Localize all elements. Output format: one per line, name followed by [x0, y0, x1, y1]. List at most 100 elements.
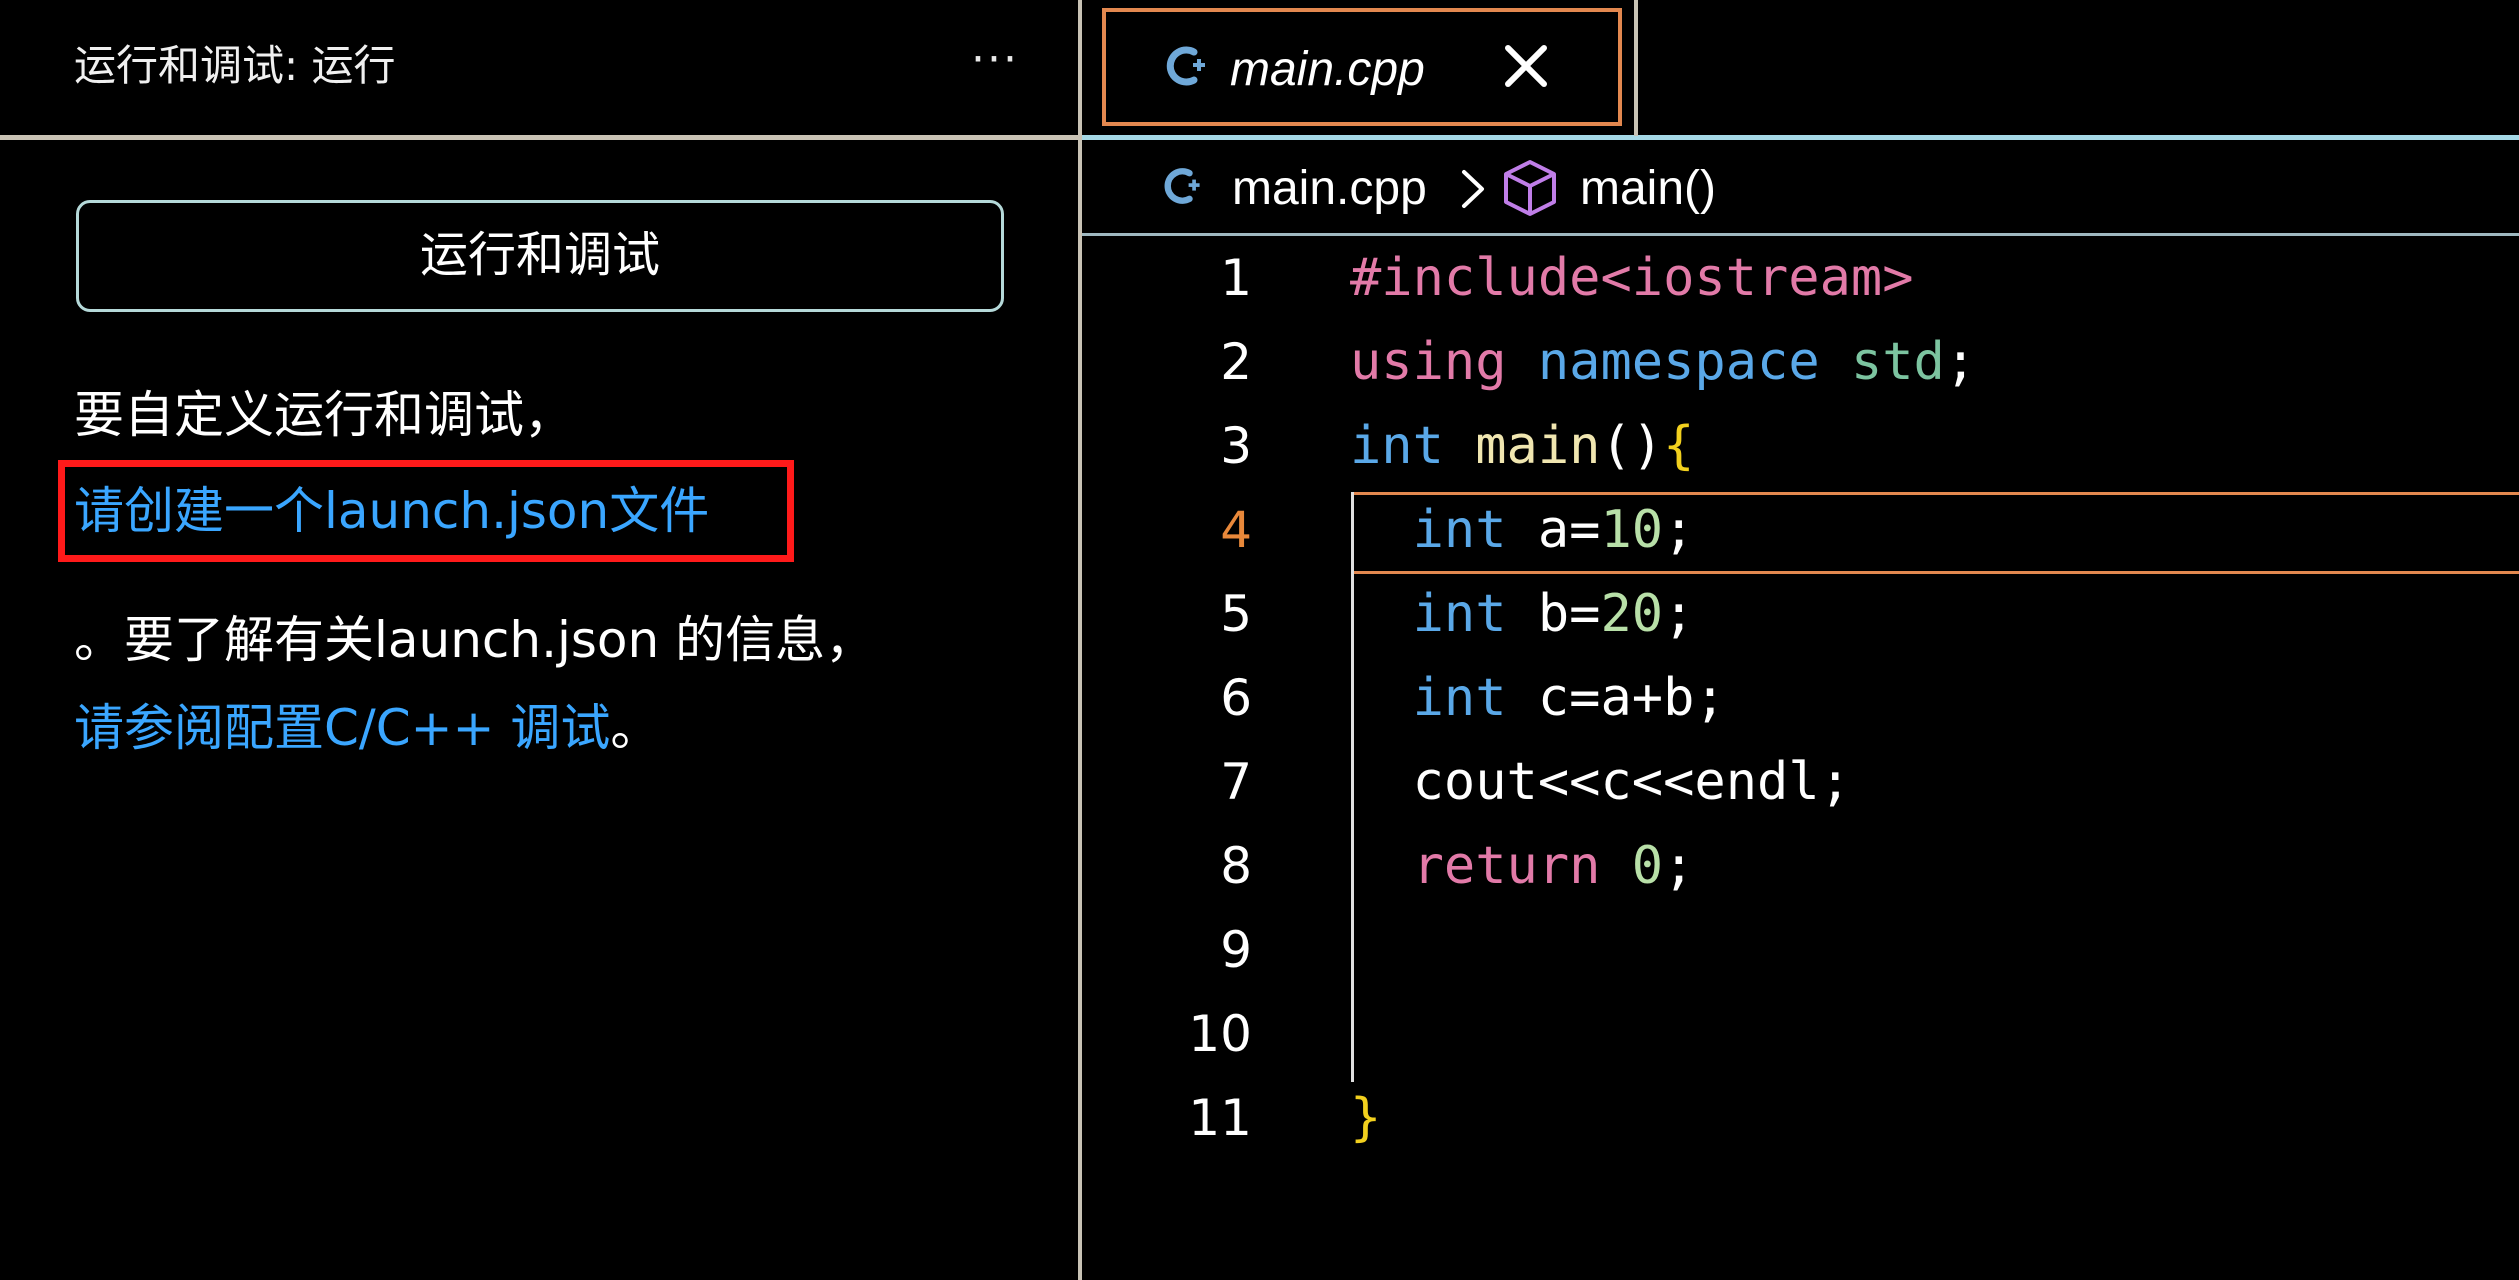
- code-token: c: [1600, 752, 1632, 812]
- code-token: ;: [1694, 668, 1726, 728]
- configure-cpp-debug-link[interactable]: 请参阅配置C/C++ 调试: [74, 699, 610, 757]
- line-text: int b=20;: [1350, 572, 1695, 656]
- code-line[interactable]: 5 int b=20;: [1082, 572, 2519, 656]
- line-number: 4: [1220, 501, 1252, 559]
- code-token: 20: [1600, 584, 1664, 644]
- code-token: =: [1569, 668, 1601, 728]
- code-token: {: [1663, 416, 1695, 476]
- cube-icon: [1504, 160, 1556, 216]
- code-token: a: [1537, 500, 1570, 560]
- tab-strip: main.cpp: [1082, 0, 2519, 140]
- help-text-customize: 要自定义运行和调试，: [74, 386, 574, 444]
- line-text: int a=10;: [1350, 488, 1695, 572]
- breadcrumb: main.cpp main(): [1082, 140, 2519, 236]
- line-text: return 0;: [1350, 824, 1695, 908]
- code-token: b: [1663, 668, 1695, 728]
- line-text: cout<<c<<endl;: [1350, 740, 1851, 824]
- highlight-annotation-box: [58, 460, 794, 562]
- line-number: 7: [1220, 753, 1252, 811]
- line-number: 6: [1220, 669, 1252, 727]
- code-token: 10: [1600, 500, 1664, 560]
- code-token: return: [1412, 836, 1601, 896]
- code-token: ;: [1663, 500, 1695, 560]
- tab-separator: [1634, 0, 1638, 136]
- code-token: using: [1350, 332, 1507, 392]
- cpp-file-icon: [1164, 168, 1200, 204]
- code-token: cout: [1412, 752, 1538, 812]
- line-number: 8: [1220, 837, 1252, 895]
- code-token: b: [1537, 584, 1570, 644]
- code-line[interactable]: 1 #include<iostream>: [1082, 236, 2519, 320]
- editor-area: main.cpp main.cpp main() 1 #include<iost…: [1082, 0, 2519, 1280]
- code-token: c: [1537, 668, 1570, 728]
- code-editor[interactable]: 1 #include<iostream> 2 using namespace s…: [1082, 236, 2519, 1280]
- code-line[interactable]: 8 return 0;: [1082, 824, 2519, 908]
- code-token: endl: [1694, 752, 1820, 812]
- run-and-debug-button[interactable]: 运行和调试: [76, 200, 1004, 312]
- cpp-file-icon: [1166, 46, 1205, 86]
- help-text-docs: 请参阅配置C/C++ 调试。: [74, 693, 660, 763]
- code-token: ;: [1663, 836, 1695, 896]
- code-token: a: [1600, 668, 1632, 728]
- code-line[interactable]: 4 int a=10;: [1082, 488, 2519, 572]
- line-number: 1: [1220, 249, 1252, 307]
- code-token: ;: [1944, 332, 1977, 392]
- run-debug-sidebar: 运行和调试: 运行 ··· 运行和调试 要自定义运行和调试， 请创建一个laun…: [0, 0, 1082, 1280]
- code-token: +: [1631, 668, 1664, 728]
- code-token: =: [1569, 500, 1601, 560]
- code-token: int: [1350, 416, 1444, 476]
- line-number: 11: [1188, 1089, 1252, 1147]
- code-line[interactable]: 10: [1082, 992, 2519, 1076]
- code-token: 0: [1631, 836, 1664, 896]
- sidebar-title: 运行和调试: 运行: [74, 41, 396, 90]
- line-number: 10: [1188, 1005, 1252, 1063]
- code-token: }: [1350, 1088, 1382, 1148]
- code-token: main: [1475, 416, 1601, 476]
- code-token: <<: [1631, 752, 1695, 812]
- line-text: #include<iostream>: [1350, 248, 1914, 308]
- line-number: 3: [1220, 417, 1252, 475]
- line-text: using namespace std;: [1350, 320, 1976, 404]
- code-token: ;: [1663, 584, 1695, 644]
- code-line[interactable]: 9: [1082, 908, 2519, 992]
- breadcrumb-symbol[interactable]: main(): [1580, 160, 1716, 218]
- code-line[interactable]: 11 }: [1082, 1076, 2519, 1160]
- help-text-learn-more: 。要了解有关launch.json 的信息，: [74, 611, 876, 669]
- code-token: int: [1412, 584, 1507, 644]
- line-text: int main(){: [1350, 404, 1694, 488]
- breadcrumb-file[interactable]: main.cpp: [1232, 160, 1427, 218]
- sidebar-header: 运行和调试: 运行 ···: [0, 0, 1078, 140]
- code-line[interactable]: 6 int c=a+b;: [1082, 656, 2519, 740]
- code-token: int: [1412, 668, 1507, 728]
- code-token: std: [1850, 332, 1945, 392]
- code-token: <<: [1537, 752, 1601, 812]
- code-token: ;: [1819, 752, 1851, 812]
- tab-main-cpp[interactable]: main.cpp: [1102, 8, 1622, 126]
- close-icon[interactable]: [1494, 34, 1558, 98]
- chevron-right-icon: [1462, 170, 1484, 208]
- line-text: }: [1350, 1076, 1381, 1160]
- code-token: =: [1569, 584, 1601, 644]
- line-number: 9: [1220, 921, 1252, 979]
- line-number: 5: [1220, 585, 1252, 643]
- line-text: int c=a+b;: [1350, 656, 1726, 740]
- docs-suffix: 。: [610, 699, 661, 757]
- code-line[interactable]: 3 int main(){: [1082, 404, 2519, 488]
- code-line[interactable]: 7 cout<<c<<endl;: [1082, 740, 2519, 824]
- code-token: int: [1412, 500, 1507, 560]
- tab-label: main.cpp: [1230, 43, 1425, 96]
- more-actions-icon[interactable]: ···: [960, 38, 1030, 96]
- code-line[interactable]: 2 using namespace std;: [1082, 320, 2519, 404]
